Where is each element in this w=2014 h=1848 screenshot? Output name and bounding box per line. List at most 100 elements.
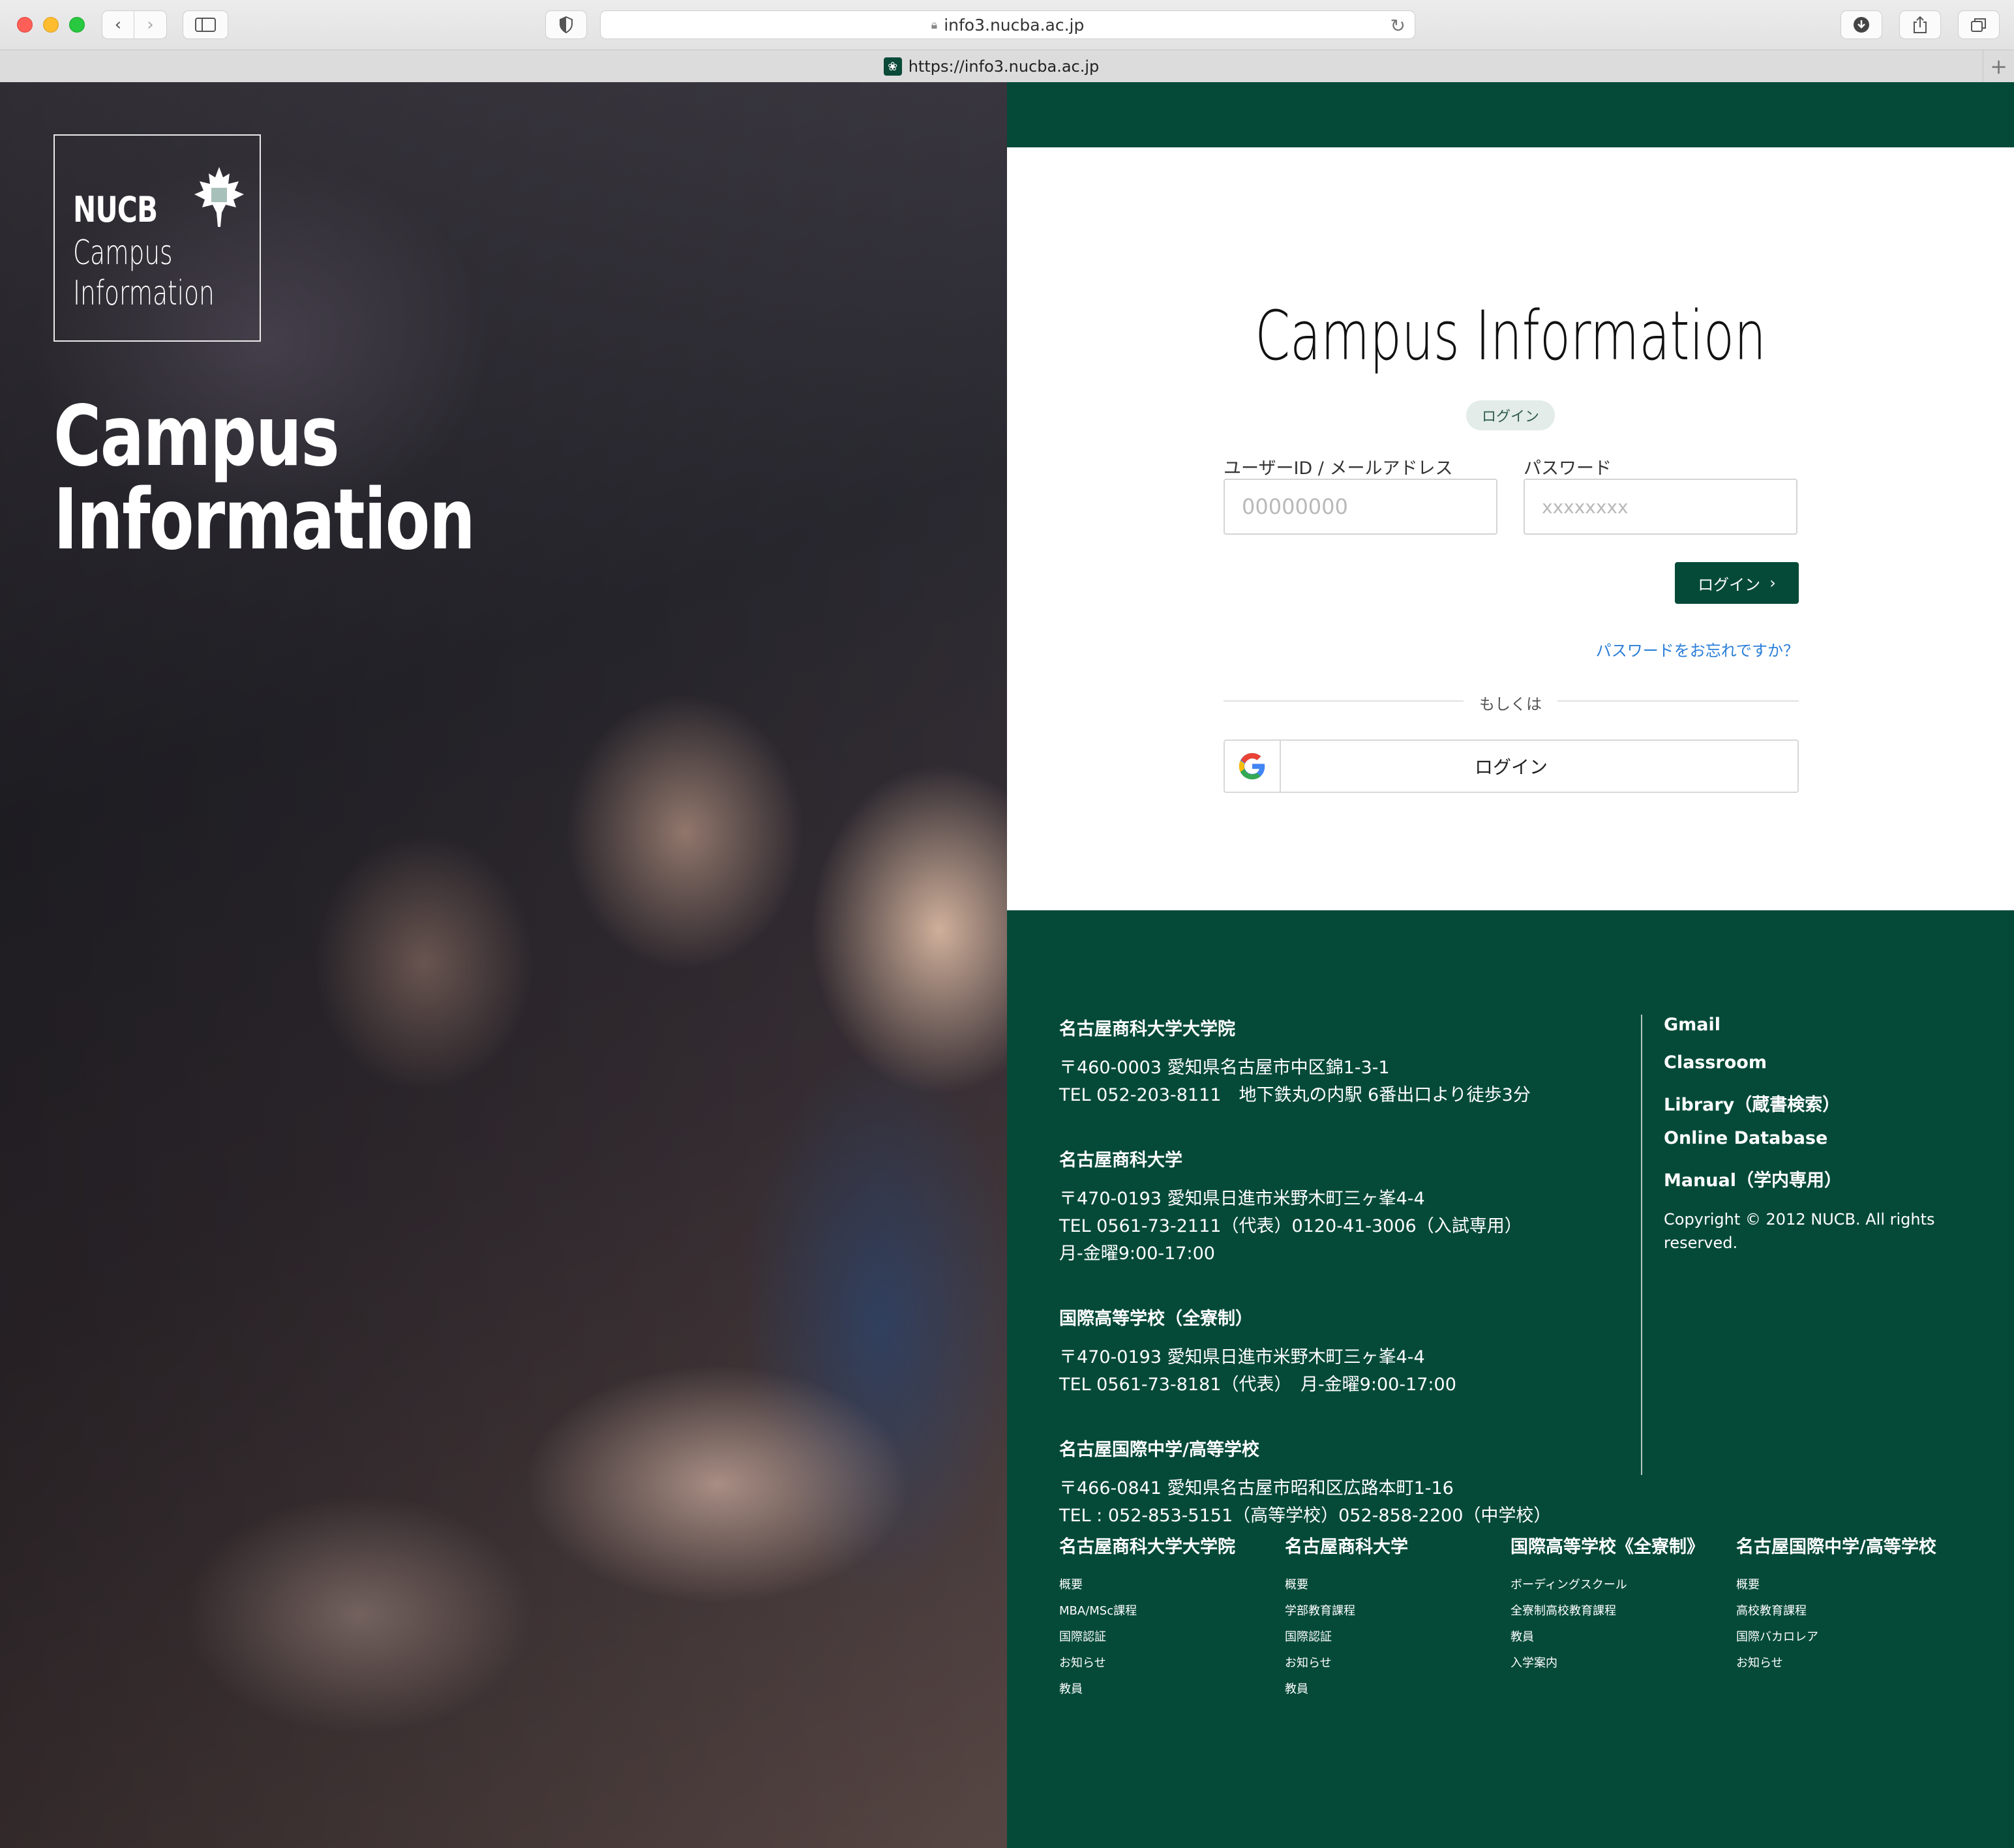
address-line: TEL 0561-73-2111（代表）0120-41-3006（入試専用） bbox=[1059, 1216, 1522, 1236]
address-line: TEL 0561-73-8181（代表） 月-金曜9:00-17:00 bbox=[1059, 1375, 1456, 1395]
user-id-label: ユーザーID / メールアドレス bbox=[1224, 458, 1453, 479]
hero-title-line2: Information bbox=[53, 471, 475, 569]
address-block: 名古屋商科大学大学院 〒460-0003 愛知県名古屋市中区錦1-3-1 TEL… bbox=[1059, 1015, 1646, 1109]
sitemap-link[interactable]: MBA/MSc課程 bbox=[1059, 1598, 1285, 1624]
login-badge: ログイン bbox=[1466, 400, 1555, 430]
forward-button[interactable]: › bbox=[134, 10, 167, 39]
favicon-icon: ❀ bbox=[883, 57, 902, 76]
password-input[interactable] bbox=[1524, 479, 1797, 535]
download-icon bbox=[1854, 17, 1869, 33]
plus-icon: + bbox=[1990, 54, 2007, 79]
online-database-link[interactable]: Online Database bbox=[1664, 1128, 1964, 1166]
address-line: 〒460-0003 愛知県名古屋市中区錦1-3-1 bbox=[1059, 1058, 1390, 1078]
downloads-button[interactable] bbox=[1841, 10, 1882, 39]
sitemap-link[interactable]: 入学案内 bbox=[1510, 1650, 1736, 1677]
sitemap-link[interactable]: 教員 bbox=[1059, 1677, 1285, 1703]
address-line: TEL 052-203-8111 地下鉄丸の内駅 6番出口より徒歩3分 bbox=[1059, 1085, 1531, 1105]
login-button-label: ログイン bbox=[1698, 575, 1761, 594]
minimize-window-button[interactable] bbox=[43, 17, 59, 33]
sitemap-link[interactable]: 国際認証 bbox=[1285, 1624, 1510, 1650]
sitemap-link[interactable]: 概要 bbox=[1736, 1572, 1962, 1598]
google-icon bbox=[1225, 741, 1281, 792]
share-button[interactable] bbox=[1899, 10, 1941, 39]
hero-title-line1: Campus bbox=[53, 388, 340, 485]
address-block: 名古屋商科大学 〒470-0193 愛知県日進市米野木町三ヶ峯4-4 TEL 0… bbox=[1059, 1146, 1646, 1268]
address-name: 国際高等学校（全寮制） bbox=[1059, 1309, 1253, 1329]
footer-divider bbox=[1641, 1015, 1642, 1475]
address-line: 〒470-0193 愛知県日進市米野木町三ヶ峯4-4 bbox=[1059, 1347, 1425, 1367]
footer-links: Gmail Classroom Library（蔵書検索） Online Dat… bbox=[1664, 1015, 1964, 1255]
login-card: Campus Information ログイン ユーザーID / メールアドレス… bbox=[1007, 147, 2014, 910]
sitemap-link[interactable]: お知らせ bbox=[1285, 1650, 1510, 1677]
privacy-report-button[interactable] bbox=[545, 10, 587, 39]
sidebar-toggle-button[interactable] bbox=[183, 10, 228, 39]
sitemap-link[interactable]: お知らせ bbox=[1059, 1650, 1285, 1677]
sidebar-icon bbox=[195, 18, 216, 32]
close-window-button[interactable] bbox=[17, 17, 33, 33]
chevron-right-icon: › bbox=[147, 15, 154, 35]
sitemap-link[interactable]: 国際認証 bbox=[1059, 1624, 1285, 1650]
chevron-right-icon: › bbox=[1769, 574, 1776, 592]
reload-icon[interactable]: ↻ bbox=[1390, 15, 1405, 37]
sitemap-link[interactable]: 概要 bbox=[1059, 1572, 1285, 1598]
sitemap-link[interactable]: 教員 bbox=[1285, 1677, 1510, 1703]
tab-overview-button[interactable] bbox=[1958, 10, 2000, 39]
address-line: TEL : 052-853-5151（高等学校）052-858-2200（中学校… bbox=[1059, 1506, 1552, 1526]
gmail-link[interactable]: Gmail bbox=[1664, 1015, 1964, 1052]
hero-title: Campus Information bbox=[53, 388, 475, 569]
manual-link[interactable]: Manual（学内専用） bbox=[1664, 1166, 1964, 1204]
sitemap-link[interactable]: ボーディングスクール bbox=[1510, 1572, 1736, 1598]
user-id-input[interactable] bbox=[1224, 479, 1497, 535]
library-link[interactable]: Library（蔵書検索） bbox=[1664, 1090, 1964, 1128]
maple-leaf-icon bbox=[194, 167, 244, 227]
sitemap-link[interactable]: お知らせ bbox=[1736, 1650, 1962, 1677]
google-login-button[interactable]: ログイン bbox=[1224, 739, 1799, 793]
address-line: 月-金曜9:00-17:00 bbox=[1059, 1244, 1215, 1264]
sitemap-column: 名古屋商科大学大学院 概要 MBA/MSc課程 国際認証 お知らせ 教員 bbox=[1059, 1532, 1285, 1703]
password-label: パスワード bbox=[1524, 458, 1612, 479]
address-block: 名古屋国際中学/高等学校 〒466-0841 愛知県名古屋市昭和区広路本町1-1… bbox=[1059, 1435, 1646, 1530]
sitemap-link[interactable]: 学部教育課程 bbox=[1285, 1598, 1510, 1624]
browser-toolbar: ‹ › 🔒︎ info3.nucba.ac.jp ↻ bbox=[0, 0, 2014, 50]
new-tab-button[interactable]: + bbox=[1983, 50, 2014, 83]
back-button[interactable]: ‹ bbox=[102, 10, 134, 39]
sitemap-column: 国際高等学校《全寮制》 ボーディングスクール 全寮制高校教育課程 教員 入学案内 bbox=[1510, 1532, 1736, 1703]
zoom-window-button[interactable] bbox=[69, 17, 85, 33]
address-bar[interactable]: 🔒︎ info3.nucba.ac.jp ↻ bbox=[600, 10, 1415, 39]
active-tab[interactable]: ❀ https://info3.nucba.ac.jp bbox=[0, 50, 1983, 83]
google-login-label: ログイン bbox=[1474, 756, 1548, 778]
tabs-icon bbox=[1971, 18, 1986, 32]
address-text: info3.nucba.ac.jp bbox=[944, 15, 1085, 35]
logo-campus-text: Campus bbox=[73, 233, 173, 273]
sitemap-link[interactable]: 高校教育課程 bbox=[1736, 1598, 1962, 1624]
login-button[interactable]: ログイン › bbox=[1675, 562, 1799, 604]
tab-title: https://info3.nucba.ac.jp bbox=[908, 57, 1100, 76]
address-name: 名古屋商科大学大学院 bbox=[1059, 1019, 1235, 1039]
sitemap-title: 名古屋商科大学 bbox=[1285, 1537, 1408, 1557]
tab-strip: ❀ https://info3.nucba.ac.jp + bbox=[0, 50, 2014, 83]
address-name: 名古屋商科大学 bbox=[1059, 1150, 1182, 1170]
sitemap-link[interactable]: 国際バカロレア bbox=[1736, 1624, 1962, 1650]
share-icon bbox=[1914, 16, 1927, 33]
address-name: 名古屋国際中学/高等学校 bbox=[1059, 1440, 1259, 1460]
or-label: もしくは bbox=[1464, 695, 1557, 713]
sitemap-link[interactable]: 全寮制高校教育課程 bbox=[1510, 1598, 1736, 1624]
nucb-logo: NUCB Campus Information bbox=[53, 134, 261, 342]
sitemap-link[interactable]: 教員 bbox=[1510, 1624, 1736, 1650]
logo-information-text: Information bbox=[73, 274, 215, 313]
copyright-text: Copyright © 2012 NUCB. All rights reserv… bbox=[1664, 1210, 1935, 1252]
address-block: 国際高等学校（全寮制） 〒470-0193 愛知県日進市米野木町三ヶ峯4-4 T… bbox=[1059, 1304, 1646, 1399]
page-title: Campus Information bbox=[1255, 296, 1766, 376]
chevron-left-icon: ‹ bbox=[114, 15, 122, 35]
hero-image: NUCB Campus Information Campus Informati… bbox=[0, 82, 1007, 1848]
sitemap-link[interactable]: 概要 bbox=[1285, 1572, 1510, 1598]
footer-addresses: 名古屋商科大学大学院 〒460-0003 愛知県名古屋市中区錦1-3-1 TEL… bbox=[1059, 1015, 1646, 1566]
address-line: 〒470-0193 愛知県日進市米野木町三ヶ峯4-4 bbox=[1059, 1189, 1425, 1209]
logo-nucb-text: NUCB bbox=[73, 189, 158, 230]
forgot-password-link[interactable]: パスワードをお忘れですか？ bbox=[1596, 638, 1799, 661]
lock-icon: 🔒︎ bbox=[931, 18, 938, 32]
sitemap-title: 名古屋国際中学/高等学校 bbox=[1736, 1537, 1936, 1557]
sitemap-title: 国際高等学校《全寮制》 bbox=[1510, 1537, 1704, 1557]
sitemap-column: 名古屋商科大学 概要 学部教育課程 国際認証 お知らせ 教員 bbox=[1285, 1532, 1510, 1703]
classroom-link[interactable]: Classroom bbox=[1664, 1052, 1964, 1090]
